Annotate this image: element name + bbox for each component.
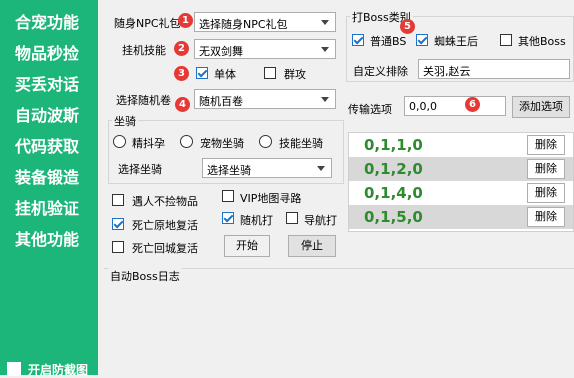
single-target-checkbox[interactable]: [196, 67, 208, 79]
boss-log-title: 自动Boss日志: [108, 268, 182, 284]
other-boss-label: 其他Boss: [518, 35, 566, 48]
exclude-input[interactable]: 关羽,赵云: [418, 59, 570, 79]
anti-screenshot-checkbox[interactable]: [7, 362, 21, 376]
skill-label: 挂机技能: [122, 44, 166, 57]
delete-button[interactable]: 删除: [527, 159, 565, 179]
list-item-value: 0,1,4,0: [364, 184, 423, 202]
list-item-value: 0,1,2,0: [364, 160, 423, 178]
nav-hit-label: 导航打: [304, 214, 337, 227]
mount-radio-3[interactable]: [259, 135, 272, 148]
scroll-label: 选择随机卷: [116, 94, 171, 107]
sidebar-item-other[interactable]: 其他功能: [15, 226, 79, 250]
badge-4: 4: [175, 97, 190, 112]
mount-radio-3-label: 技能坐骑: [279, 137, 323, 150]
mount-radio-1[interactable]: [113, 135, 126, 148]
sidebar-item-code-fetch[interactable]: 代码获取: [15, 133, 79, 157]
aoe-label: 群攻: [284, 68, 306, 81]
normal-boss-checkbox[interactable]: [352, 34, 364, 46]
badge-6: 6: [465, 97, 480, 112]
spider-queen-checkbox[interactable]: [416, 34, 428, 46]
mount-radio-2[interactable]: [180, 135, 193, 148]
revive-here-checkbox[interactable]: [112, 218, 124, 230]
mount-group-title: 坐骑: [112, 113, 138, 129]
chevron-down-icon: [321, 47, 329, 52]
random-hit-label: 随机打: [240, 214, 273, 227]
list-item: 0,1,4,0 删除: [349, 181, 573, 205]
sidebar: 合宠功能 物品秒捡 买丢对话 自动波斯 代码获取 装备锻造 挂机验证 其他功能 …: [0, 0, 98, 377]
normal-boss-label: 普通BS: [370, 35, 407, 48]
revive-city-label: 死亡回城复活: [132, 242, 198, 255]
nav-hit-checkbox[interactable]: [286, 212, 298, 224]
no-pickup-label: 遇人不捡物品: [132, 195, 198, 208]
exclude-input-value: 关羽,赵云: [423, 65, 471, 78]
mount-radio-1-label: 精抖孕: [132, 137, 165, 150]
other-boss-checkbox[interactable]: [500, 34, 512, 46]
vip-map-checkbox[interactable]: [222, 190, 234, 202]
aoe-checkbox[interactable]: [264, 67, 276, 79]
delete-button[interactable]: 删除: [527, 135, 565, 155]
npc-gift-select-value: 选择随身NPC礼包: [199, 18, 288, 31]
badge-2: 2: [174, 41, 189, 56]
delete-button[interactable]: 删除: [527, 207, 565, 227]
mount-select-value: 选择坐骑: [207, 164, 251, 177]
skill-select[interactable]: 无双剑舞: [194, 39, 336, 59]
scroll-select[interactable]: 随机百卷: [194, 89, 336, 109]
stop-button[interactable]: 停止: [288, 235, 336, 257]
mount-select[interactable]: 选择坐骑: [202, 158, 332, 178]
npc-gift-label: 随身NPC礼包: [114, 17, 181, 30]
mount-select-label: 选择坐骑: [118, 163, 162, 176]
skill-select-value: 无双剑舞: [199, 45, 243, 58]
sidebar-item-equip-forge[interactable]: 装备锻造: [15, 164, 79, 188]
chevron-down-icon: [321, 97, 329, 102]
vip-map-label: VIP地图寻路: [240, 192, 302, 205]
badge-5: 5: [400, 19, 415, 34]
sidebar-item-auto-boss[interactable]: 自动波斯: [15, 102, 79, 126]
sidebar-item-buy-drop-dialog[interactable]: 买丢对话: [15, 71, 79, 95]
random-hit-checkbox[interactable]: [222, 212, 234, 224]
list-item: 0,1,2,0 删除: [349, 157, 573, 181]
npc-gift-select[interactable]: 选择随身NPC礼包: [194, 12, 336, 32]
list-item-value: 0,1,5,0: [364, 208, 423, 226]
transfer-label: 传输选项: [348, 103, 392, 116]
exclude-label: 自定义排除: [353, 65, 408, 78]
mount-radio-2-label: 宠物坐骑: [200, 137, 244, 150]
boss-log-panel: [104, 268, 574, 376]
main-panel: 随身NPC礼包 选择随身NPC礼包 1 挂机技能 无双剑舞 2 3 单体 群攻 …: [98, 0, 574, 375]
delete-button[interactable]: 删除: [527, 183, 565, 203]
add-option-button[interactable]: 添加选项: [512, 96, 570, 118]
anti-screenshot-label: 开启防截图: [28, 363, 89, 377]
chevron-down-icon: [317, 166, 325, 171]
badge-3: 3: [174, 66, 189, 81]
list-item: 0,1,1,0 删除: [349, 133, 573, 157]
sidebar-item-idle-verify[interactable]: 挂机验证: [15, 195, 79, 219]
revive-city-checkbox[interactable]: [112, 241, 124, 253]
chevron-down-icon: [321, 20, 329, 25]
sidebar-item-pet-merge[interactable]: 合宠功能: [15, 9, 79, 33]
sidebar-item-item-pickup[interactable]: 物品秒捡: [15, 40, 79, 64]
transfer-options-list: 0,1,1,0 删除 0,1,2,0 删除 0,1,4,0 删除 0,1,5,0…: [348, 132, 574, 232]
transfer-input-value: 0,0,0: [409, 100, 437, 113]
list-item-value: 0,1,1,0: [364, 136, 423, 154]
revive-here-label: 死亡原地复活: [132, 219, 198, 232]
start-button[interactable]: 开始: [224, 235, 270, 257]
transfer-input[interactable]: 0,0,0: [404, 96, 506, 116]
badge-1: 1: [178, 13, 193, 28]
single-target-label: 单体: [214, 68, 236, 81]
list-item: 0,1,5,0 删除: [349, 205, 573, 229]
scroll-select-value: 随机百卷: [199, 95, 243, 108]
no-pickup-checkbox[interactable]: [112, 194, 124, 206]
spider-queen-label: 蜘蛛王后: [434, 35, 478, 48]
